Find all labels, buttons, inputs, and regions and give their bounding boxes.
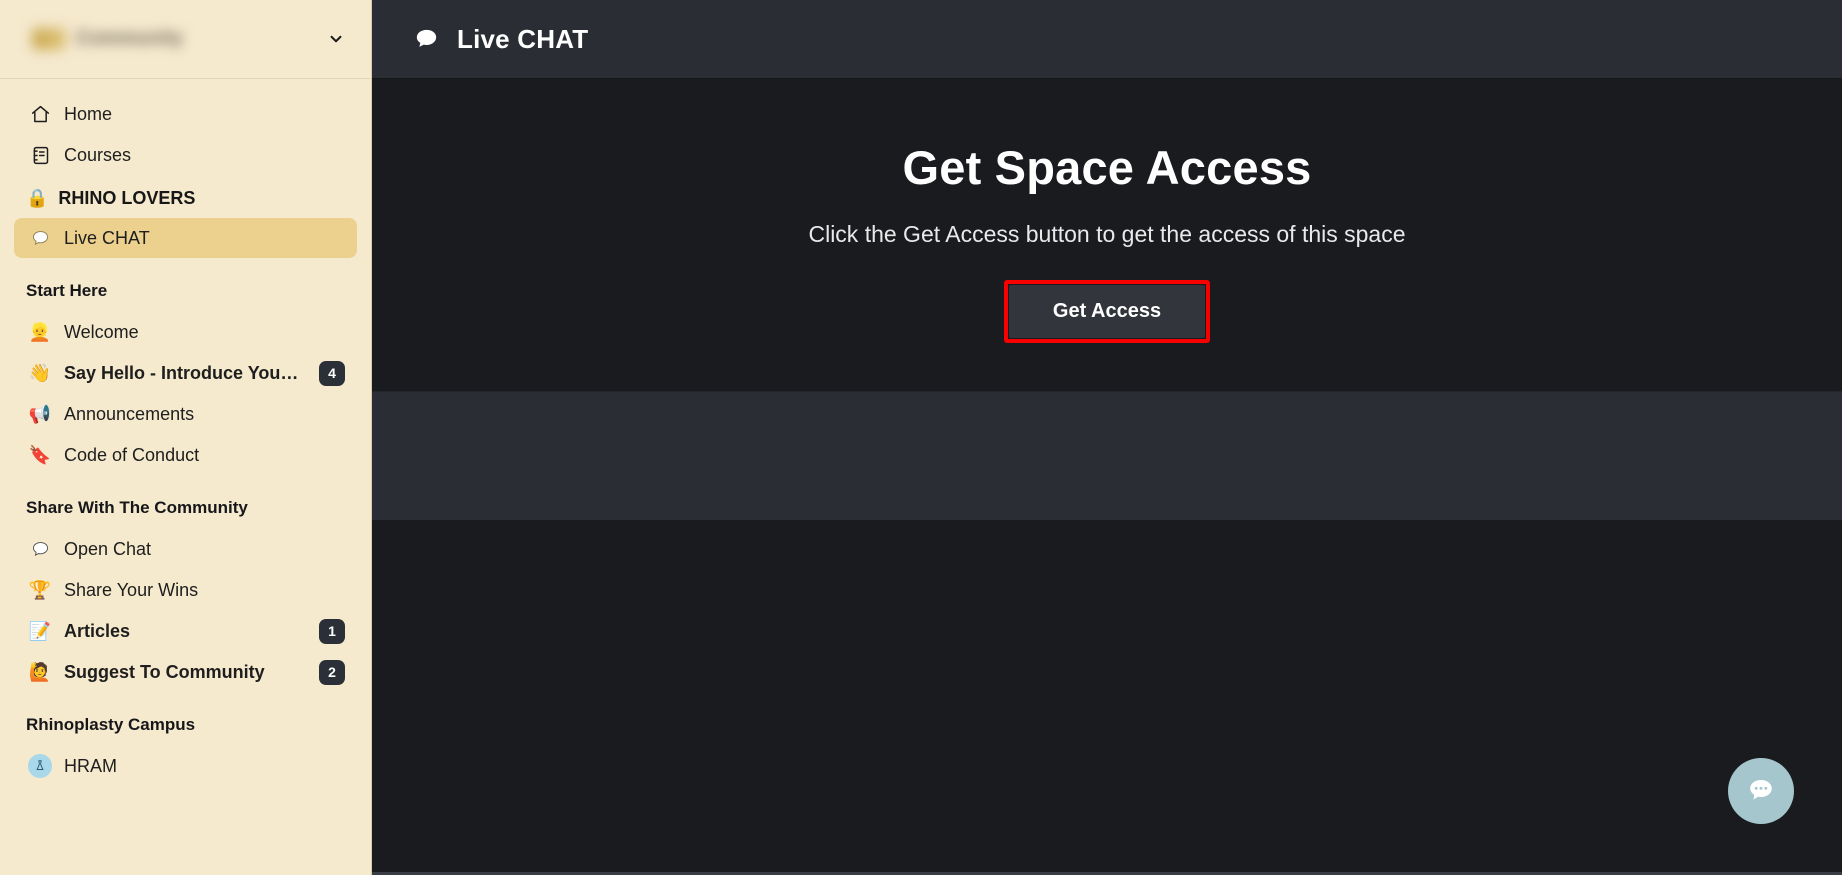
status-badge: 4 <box>319 360 345 386</box>
sidebar-item-hram[interactable]: HRAM <box>14 746 357 786</box>
sidebar-item-articles[interactable]: 📝 Articles 1 <box>14 611 357 651</box>
memo-emoji-icon: 📝 <box>28 621 52 641</box>
sidebar: Community Home Courses 🔒 RHINO LOVERS Li… <box>0 0 372 875</box>
sidebar-section-rhino-lovers[interactable]: 🔒 RHINO LOVERS <box>0 176 371 217</box>
sidebar-section-share-with-the-community: Share With The Community <box>26 498 248 517</box>
space-access-hero: Get Space Access Click the Get Access bu… <box>372 79 1842 391</box>
sidebar-item-label: Courses <box>64 144 132 165</box>
page-header: Live CHAT <box>372 0 1842 79</box>
sidebar-item-label: Articles <box>64 620 131 641</box>
sidebar-section-rhinoplasty-campus: Rhinoplasty Campus <box>26 715 196 734</box>
sidebar-item-share-your-wins[interactable]: 🏆 Share Your Wins <box>14 570 357 610</box>
sidebar-item-suggest-to-community[interactable]: 🙋 Suggest To Community 2 <box>14 652 357 692</box>
status-badge: 2 <box>319 659 345 685</box>
trophy-emoji-icon: 🏆 <box>28 580 52 600</box>
sidebar-item-code-of-conduct[interactable]: 🔖 Code of Conduct <box>14 435 357 475</box>
workspace-switcher[interactable]: Community <box>0 0 371 79</box>
hram-avatar-icon <box>28 754 52 778</box>
waving-hand-emoji-icon: 👋 <box>28 363 52 383</box>
sidebar-item-home[interactable]: Home <box>14 94 357 134</box>
workspace-logo-redacted: Community <box>24 28 323 50</box>
workspace-logo-icon <box>32 28 66 50</box>
avatar <box>28 754 52 778</box>
sidebar-item-live-chat[interactable]: Live CHAT <box>14 218 357 258</box>
get-access-highlight: Get Access <box>1003 279 1211 343</box>
sidebar-item-say-hello[interactable]: 👋 Say Hello - Introduce Yourself ... 4 <box>14 353 357 393</box>
sidebar-bottom-spacer <box>0 787 371 795</box>
sidebar-item-welcome[interactable]: 👱 Welcome <box>14 312 357 352</box>
lock-icon: 🔒 <box>26 188 49 208</box>
status-badge: 1 <box>319 618 345 644</box>
sidebar-item-label: Code of Conduct <box>64 444 200 465</box>
content-band <box>372 391 1842 520</box>
sidebar-item-label: Welcome <box>64 321 139 342</box>
speech-bubble-icon <box>28 226 52 250</box>
page-title: Live CHAT <box>457 23 589 54</box>
megaphone-emoji-icon: 📢 <box>28 404 52 424</box>
sidebar-item-label: Suggest To Community <box>64 661 265 682</box>
chat-dots-icon <box>1750 779 1772 800</box>
sidebar-item-label: Announcements <box>64 403 195 424</box>
sidebar-item-announcements[interactable]: 📢 Announcements <box>14 394 357 434</box>
hero-heading: Get Space Access <box>902 140 1312 194</box>
sidebar-item-open-chat[interactable]: Open Chat <box>14 529 357 569</box>
bookmark-emoji-icon: 🔖 <box>28 445 52 465</box>
person-emoji-icon: 👱 <box>28 322 52 342</box>
get-access-button[interactable]: Get Access <box>1008 284 1206 338</box>
hero-subheading: Click the Get Access button to get the a… <box>808 220 1406 247</box>
main-content: Live CHAT Get Space Access Click the Get… <box>372 0 1842 875</box>
speech-bubble-icon <box>412 25 441 54</box>
content-area <box>372 520 1842 875</box>
app-root: Community Home Courses 🔒 RHINO LOVERS Li… <box>0 0 1842 875</box>
sidebar-section-start-here: Start Here <box>26 281 108 300</box>
sidebar-item-label: Live CHAT <box>64 227 150 248</box>
sidebar-item-label: Say Hello - Introduce Yourself ... <box>64 362 299 383</box>
courses-icon <box>28 143 52 167</box>
raising-hand-emoji-icon: 🙋 <box>28 662 52 682</box>
sidebar-item-courses[interactable]: Courses <box>14 135 357 175</box>
sidebar-section-label: RHINO LOVERS <box>58 188 196 208</box>
sidebar-item-label: HRAM <box>64 755 117 776</box>
chevron-down-icon[interactable] <box>323 26 349 52</box>
sidebar-item-label: Share Your Wins <box>64 579 199 600</box>
workspace-name: Community <box>76 28 184 49</box>
speech-balloon-emoji-icon <box>28 537 52 561</box>
sidebar-item-label: Home <box>64 103 113 124</box>
sidebar-nav: Home Courses 🔒 RHINO LOVERS Live CHAT St… <box>0 79 371 875</box>
sidebar-item-label: Open Chat <box>64 538 152 559</box>
home-icon <box>28 102 52 126</box>
chat-widget-button[interactable] <box>1728 758 1794 824</box>
